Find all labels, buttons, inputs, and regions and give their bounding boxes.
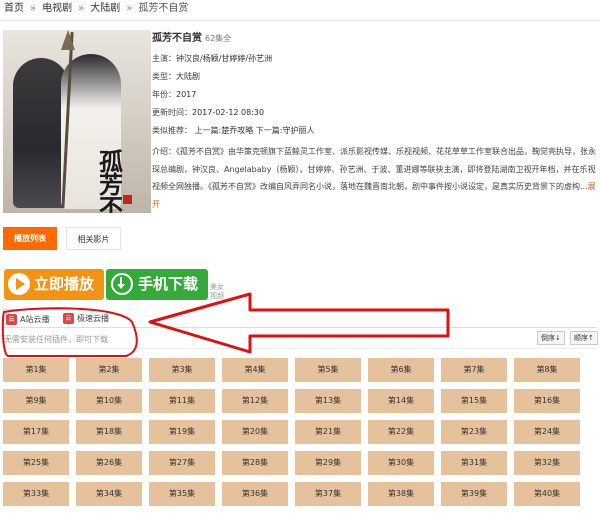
episode-button[interactable]: 第19集: [149, 420, 215, 444]
episode-button[interactable]: 第1集: [3, 358, 69, 382]
year-value: 2017: [176, 90, 197, 99]
title-row: 孤芳不自赏 62集全: [152, 32, 596, 46]
intro-label: 介绍：: [152, 147, 176, 156]
plugin-note: 无需安装任何插件，即可下载: [4, 335, 108, 344]
breadcrumb-separator: »: [78, 3, 85, 14]
mobile-download-button[interactable]: 手机下载: [106, 269, 208, 300]
sort-desc-button[interactable]: 倒序↓: [537, 331, 565, 345]
breadcrumb: 首页 » 电视剧 » 大陆剧 » 孤芳不自赏: [4, 1, 188, 17]
episode-button[interactable]: 第18集: [76, 420, 142, 444]
video-title: 孤芳不自赏: [152, 33, 202, 44]
download-icon: [111, 273, 133, 295]
updated-label: 更新时间：: [152, 108, 192, 117]
episode-button[interactable]: 第9集: [3, 389, 69, 413]
play-now-label: 立即播放: [34, 275, 95, 293]
episode-button[interactable]: 第2集: [76, 358, 142, 382]
annotation-arrow: [148, 292, 450, 354]
source-tab-a-label: A站云播: [20, 315, 50, 324]
episode-button[interactable]: 第38集: [368, 482, 434, 506]
episode-button[interactable]: 第12集: [222, 389, 288, 413]
breadcrumb-separator: »: [30, 3, 37, 14]
poster-calligraphy: 孤芳不自赏: [99, 147, 123, 214]
episode-button[interactable]: 第17集: [3, 420, 69, 444]
breadcrumb-home[interactable]: 首页: [4, 3, 24, 14]
breadcrumb-separator: »: [126, 3, 133, 14]
recommend-row: 类似推荐： 上一篇:楚乔攻略 下一篇:守护丽人: [152, 122, 596, 140]
tab-playlist[interactable]: 播放列表: [3, 227, 57, 250]
episode-button[interactable]: 第21集: [295, 420, 361, 444]
episode-button[interactable]: 第3集: [149, 358, 215, 382]
episode-button[interactable]: 第5集: [295, 358, 361, 382]
tab-related[interactable]: 相关影片: [66, 227, 121, 250]
episode-button[interactable]: 第20集: [222, 420, 288, 444]
breadcrumb-current: 孤芳不自赏: [138, 3, 189, 14]
episode-button[interactable]: 第34集: [76, 482, 142, 506]
poster-spear-tip: [61, 30, 75, 50]
breadcrumb-category[interactable]: 电视剧: [42, 3, 72, 14]
episode-button[interactable]: 第33集: [3, 482, 69, 506]
episode-button[interactable]: 第14集: [368, 389, 434, 413]
type-row: 类型：大陆剧: [152, 68, 596, 86]
episode-button[interactable]: 第31集: [441, 451, 507, 475]
episode-button[interactable]: 第29集: [295, 451, 361, 475]
breadcrumb-divider: [0, 20, 600, 21]
episode-button[interactable]: 第4集: [222, 358, 288, 382]
intro-block: 介绍：《孤芳不自赏》由华策克顿旗下蓝鲸灵工作室、派乐影视传媒、乐视视频、花花草草…: [152, 143, 596, 213]
source-tab-fast-label: 极速云播: [77, 314, 109, 323]
episode-button[interactable]: 第16集: [514, 389, 580, 413]
episode-button[interactable]: 第22集: [368, 420, 434, 444]
episode-button[interactable]: 第37集: [295, 482, 361, 506]
episode-button[interactable]: 第23集: [441, 420, 507, 444]
recommend-label: 类似推荐：: [152, 126, 192, 135]
play-icon: [8, 273, 30, 295]
mobile-download-label: 手机下载: [138, 275, 199, 293]
year-label: 年份：: [152, 90, 176, 99]
play-now-button[interactable]: 立即播放: [4, 269, 104, 300]
intro-text: 《孤芳不自赏》由华策克顿旗下蓝鲸灵工作室、派乐影视传媒、乐视视频、花花草草工作室…: [152, 147, 596, 191]
episode-button[interactable]: 第11集: [149, 389, 215, 413]
episode-button[interactable]: 第27集: [149, 451, 215, 475]
episode-button[interactable]: 第15集: [441, 389, 507, 413]
episode-button[interactable]: 第10集: [76, 389, 142, 413]
episode-button[interactable]: 第7集: [441, 358, 507, 382]
cast-value: 钟汉良/杨颖/甘婷婷/孙艺洲: [176, 54, 273, 63]
episode-button[interactable]: 第25集: [3, 451, 69, 475]
poster-image[interactable]: 孤芳不自赏: [3, 30, 151, 213]
source-tabs-divider: [3, 327, 597, 328]
cast-row: 主演：钟汉良/杨颖/甘婷婷/孙艺洲: [152, 50, 596, 68]
prev-label: 上一篇:: [194, 126, 222, 135]
episode-button[interactable]: 第26集: [76, 451, 142, 475]
episodes-divider: [3, 348, 597, 349]
updated-row: 更新时间：2017-02-12 08:30: [152, 104, 596, 122]
episode-button[interactable]: 第28集: [222, 451, 288, 475]
episode-button[interactable]: 第24集: [514, 420, 580, 444]
episode-count: 62集全: [205, 34, 232, 43]
episode-button[interactable]: 第39集: [441, 482, 507, 506]
episode-button[interactable]: 第32集: [514, 451, 580, 475]
episode-button[interactable]: 第36集: [222, 482, 288, 506]
updated-value: 2017-02-12 08:30: [192, 108, 265, 117]
year-row: 年份：2017: [152, 86, 596, 104]
episode-button[interactable]: 第13集: [295, 389, 361, 413]
next-link[interactable]: 守护丽人: [283, 126, 315, 135]
video-info: 孤芳不自赏 62集全 主演：钟汉良/杨颖/甘婷婷/孙艺洲 类型：大陆剧 年份：20…: [152, 32, 596, 213]
source-tab-fast-cloud[interactable]: 云极速云播: [61, 309, 131, 328]
episode-button[interactable]: 第8集: [514, 358, 580, 382]
episode-button[interactable]: 第35集: [149, 482, 215, 506]
sort-asc-button[interactable]: 顺序↑: [570, 331, 598, 345]
cloud-badge-icon: 云: [6, 314, 17, 325]
poster-seal: [123, 195, 132, 204]
type-label: 类型：: [152, 72, 176, 81]
type-value: 大陆剧: [176, 72, 200, 81]
next-label: 下一篇:: [255, 126, 283, 135]
episode-button[interactable]: 第40集: [514, 482, 580, 506]
prev-link[interactable]: 楚乔攻略: [221, 126, 253, 135]
source-tab-a-cloud[interactable]: 云 A站云播: [3, 309, 69, 328]
side-ad-link[interactable]: 美女视频: [210, 283, 226, 301]
episode-button[interactable]: 第30集: [368, 451, 434, 475]
cloud-badge-icon: 云: [63, 313, 74, 324]
breadcrumb-subcategory[interactable]: 大陆剧: [90, 3, 120, 14]
cast-label: 主演：: [152, 54, 176, 63]
episode-button[interactable]: 第6集: [368, 358, 434, 382]
